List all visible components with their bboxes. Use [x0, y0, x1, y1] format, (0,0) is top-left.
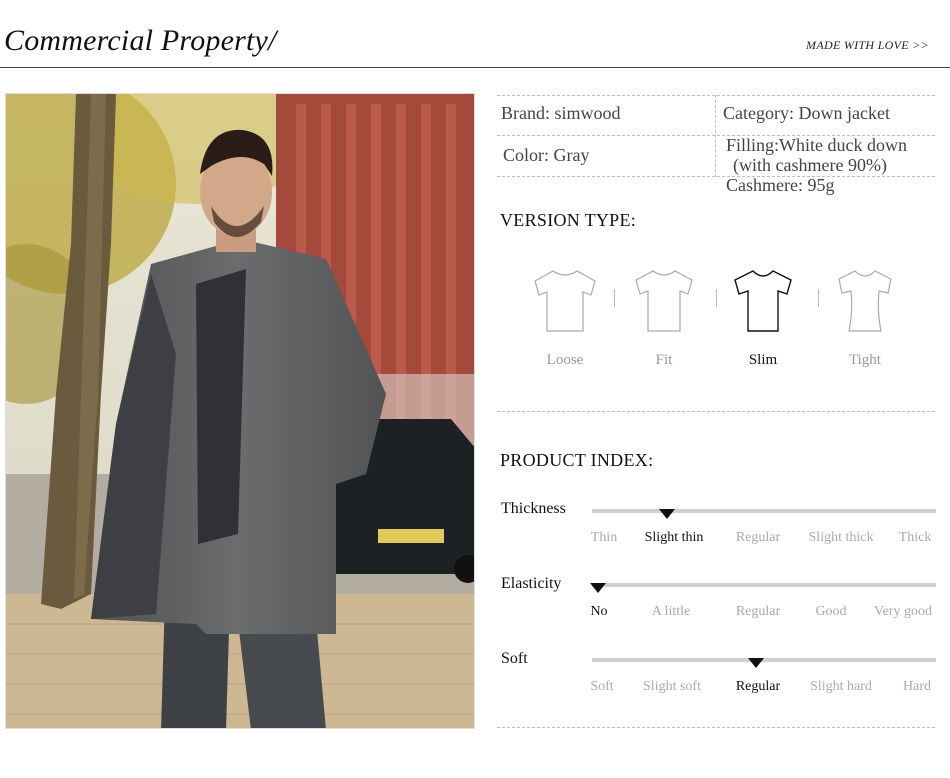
index-option-selected: Slight thin	[644, 530, 704, 545]
spec-brand: Brand: simwood	[501, 103, 621, 123]
version-option-loose: Loose	[546, 352, 584, 368]
version-divider	[497, 411, 935, 412]
spec-filling: Filling:White duck down	[726, 135, 907, 155]
index-option: Very good	[874, 604, 932, 619]
index-name-thickness: Thickness	[501, 500, 566, 517]
shirt-separator	[716, 289, 717, 307]
index-option: A little	[651, 604, 691, 619]
product-index-title: PRODUCT INDEX:	[500, 450, 654, 470]
version-type-title: VERSION TYPE:	[500, 210, 637, 230]
tshirt-tight-icon	[838, 270, 892, 332]
header-divider	[0, 67, 950, 68]
version-option-slim: Slim	[748, 352, 778, 368]
spec-color: Color: Gray	[503, 145, 590, 165]
triangle-marker-icon	[659, 509, 675, 519]
index-option: Hard	[903, 679, 931, 694]
index-bar-thickness	[592, 509, 936, 513]
index-option: Thin	[590, 530, 618, 545]
index-bottom-divider	[497, 727, 935, 728]
page-title: Commercial Property/	[4, 24, 277, 57]
shirt-separator	[614, 289, 615, 307]
spec-filling-detail: (with cashmere 90%)	[733, 155, 887, 175]
index-option: Regular	[735, 604, 781, 619]
triangle-marker-icon	[748, 658, 764, 668]
index-option-selected: No	[590, 604, 608, 619]
index-name-elasticity: Elasticity	[501, 575, 562, 592]
triangle-marker-icon	[590, 583, 606, 593]
spec-cashmere: Cashmere: 95g	[726, 175, 835, 195]
index-option: Regular	[735, 530, 781, 545]
index-bar-soft	[592, 658, 936, 662]
shirt-separator	[818, 289, 819, 307]
spec-table-divider	[715, 95, 716, 177]
index-option: Slight soft	[643, 679, 701, 694]
index-bar-elasticity	[592, 583, 936, 587]
index-option: Thick	[898, 530, 932, 545]
spec-table-bottom-border	[497, 176, 935, 177]
spec-category: Category: Down jacket	[723, 103, 890, 123]
made-with-love-link[interactable]: MADE WITH LOVE >>	[806, 38, 929, 53]
version-option-tight: Tight	[849, 352, 881, 368]
product-photo	[5, 93, 475, 729]
index-option: Slight hard	[810, 679, 872, 694]
index-option: Soft	[590, 679, 614, 694]
index-option: Good	[815, 604, 847, 619]
tshirt-fit-icon	[635, 270, 693, 332]
index-option-selected: Regular	[735, 679, 781, 694]
index-name-soft: Soft	[501, 650, 528, 667]
version-option-fit: Fit	[655, 352, 673, 368]
spec-table-top-border	[497, 95, 935, 96]
tshirt-loose-icon	[534, 270, 596, 332]
index-option: Slight thick	[808, 530, 874, 545]
tshirt-slim-icon	[734, 270, 792, 332]
